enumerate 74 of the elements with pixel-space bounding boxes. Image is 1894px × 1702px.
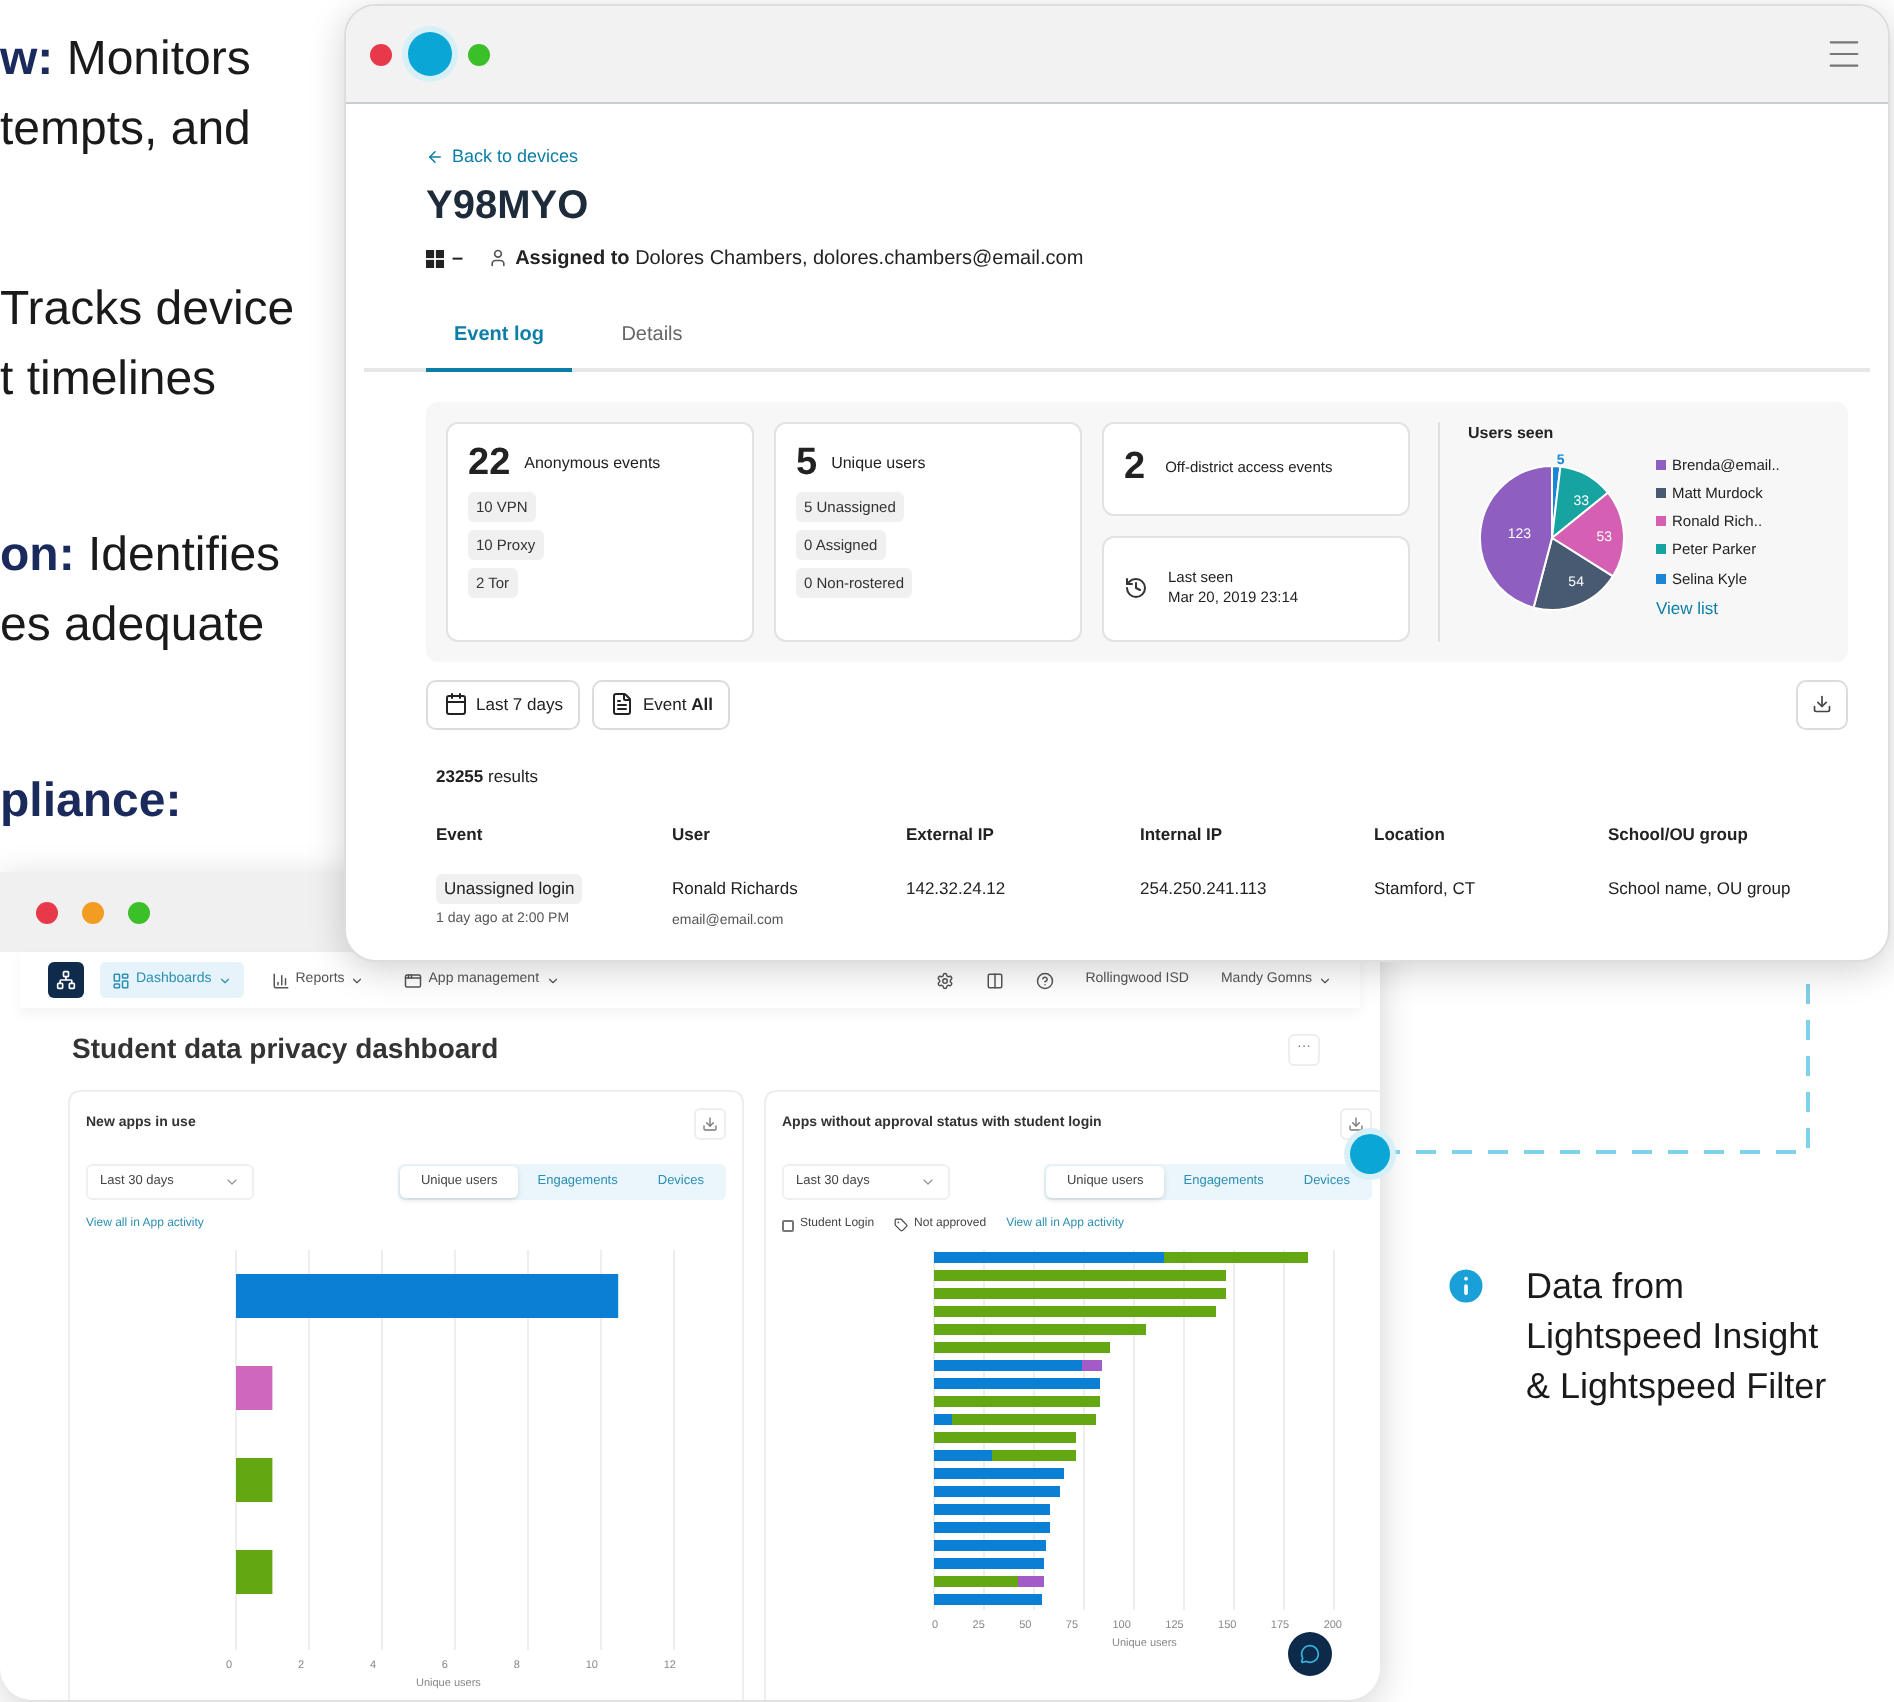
arrow-left-icon (426, 148, 444, 167)
tag-icon (894, 1218, 909, 1232)
os-version: – (452, 245, 464, 273)
stat-number: 5 (796, 443, 818, 483)
chat-icon (1300, 1644, 1320, 1664)
table-cell-text: 142.32.24.12 (906, 876, 1008, 902)
column-header: Location (1374, 821, 1447, 847)
columns-icon[interactable] (985, 971, 1004, 989)
table-cell-text: 254.250.241.113 (1140, 876, 1269, 902)
checkbox[interactable] (782, 1219, 794, 1231)
column-header: Internal IP (1140, 821, 1225, 847)
download-button[interactable] (1796, 679, 1848, 729)
dashboard-title: Student data privacy dashboard (72, 1030, 499, 1068)
windows-logo-icon (426, 249, 444, 267)
bar-segment (934, 1540, 1046, 1551)
bar-segment (934, 1504, 1050, 1515)
chevron-down-icon (1318, 973, 1332, 987)
feature-paragraph: Tracks device t timelines (0, 280, 295, 410)
history-icon (1124, 576, 1148, 600)
chat-button[interactable] (1288, 1632, 1332, 1676)
device-title: Y98MYO (426, 181, 589, 231)
settings-icon[interactable] (935, 971, 954, 989)
bar-segment (934, 1468, 1064, 1479)
column-header: School/OU group (1608, 821, 1750, 848)
bar-segment (934, 1432, 1076, 1443)
stat-number: 2 (1124, 443, 1146, 492)
users-seen-title: Users seen (1468, 421, 1554, 445)
column-header: Event (436, 821, 485, 847)
tab[interactable]: Event log (426, 301, 572, 371)
chevron-down-icon (350, 973, 365, 987)
download-button[interactable] (694, 1108, 726, 1140)
window-icon (404, 971, 423, 989)
download-icon (1812, 694, 1832, 714)
feature-paragraph: pliance: (0, 772, 182, 832)
help-icon[interactable] (1035, 971, 1054, 989)
chevron-down-icon (217, 973, 232, 987)
column-header: User (672, 821, 712, 847)
results-count: 23255 results (436, 765, 539, 785)
view-list-link[interactable]: View list (1656, 595, 1719, 621)
dashboard-icon (112, 971, 130, 989)
person-icon (487, 248, 508, 268)
back-link[interactable]: Back to devices (426, 144, 579, 171)
bar (236, 1458, 273, 1502)
table-cell: Ronald Richards (672, 876, 798, 902)
app-logo-icon[interactable] (48, 962, 84, 998)
stat-label: Anonymous events (524, 451, 661, 475)
bar-segment (934, 1594, 1042, 1605)
document-icon (610, 692, 635, 716)
feature-paragraph: w: Monitors tempts, and (0, 30, 251, 160)
chevron-down-icon (545, 973, 560, 987)
bar (236, 1550, 273, 1594)
filter-button[interactable]: Last 7 days (426, 679, 581, 729)
bar-segment (934, 1522, 1050, 1533)
data-source-note: Data from Lightspeed Insight & Lightspeed Filter (1526, 1264, 1827, 1410)
bar (236, 1366, 273, 1410)
event-badge: Unassigned login (436, 874, 583, 904)
stat-label: Unique users (831, 451, 926, 475)
chevron-down-icon (224, 1174, 240, 1190)
info-icon (1444, 1264, 1488, 1308)
column-header: External IP (906, 821, 996, 847)
filter-button[interactable]: Event All (592, 679, 731, 729)
download-icon (1348, 1116, 1364, 1132)
assigned-to-text: Assigned to Dolores Chambers, dolores.chambers@email.com (515, 245, 1084, 273)
bar-segment (934, 1486, 1060, 1497)
bar-segment (934, 1558, 1044, 1569)
tab[interactable]: Details (588, 301, 716, 371)
stat-number: 22 (468, 443, 511, 483)
feature-paragraph: on: Identifies es adequate (0, 526, 281, 656)
bar-chart-icon (271, 971, 290, 989)
download-icon (702, 1116, 718, 1132)
table-cell-text: School name, OU group (1608, 876, 1793, 902)
calendar-icon (444, 692, 468, 716)
chevron-down-icon (920, 1174, 936, 1190)
table-cell-text: Stamford, CT (1374, 876, 1478, 902)
